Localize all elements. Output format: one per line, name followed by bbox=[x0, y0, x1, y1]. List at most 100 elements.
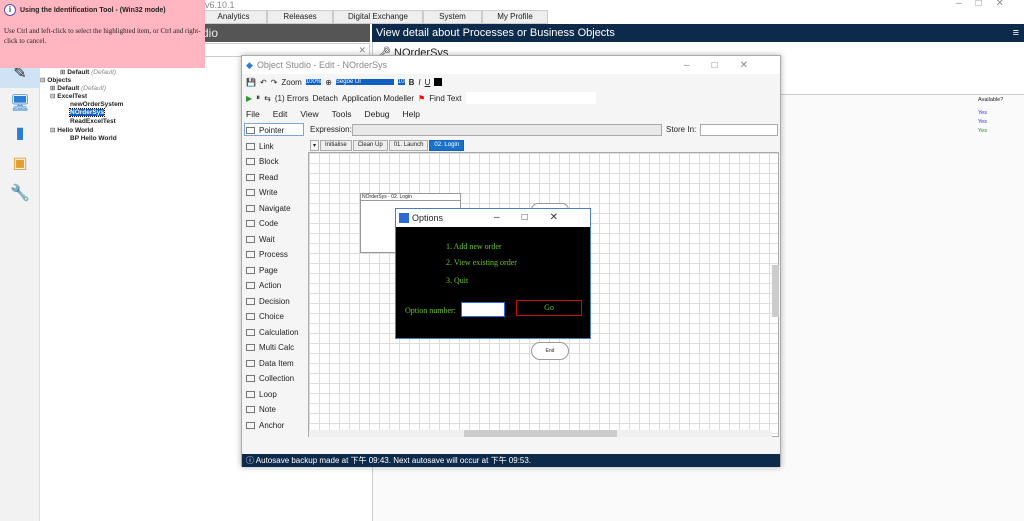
flag-icon[interactable]: ⚑ bbox=[418, 94, 425, 103]
zoom-label: Zoom bbox=[281, 77, 302, 87]
calculation-icon bbox=[246, 328, 255, 336]
palette-item-wait[interactable]: Wait bbox=[246, 235, 275, 244]
palette-item-action[interactable]: Action bbox=[246, 281, 281, 290]
palette-item-label: Data Item bbox=[259, 358, 294, 368]
tree-item[interactable]: ⊞ Default (Default) bbox=[50, 84, 106, 92]
write-icon bbox=[246, 189, 255, 197]
menu-view[interactable]: View bbox=[300, 109, 318, 119]
italic-button[interactable]: I bbox=[418, 78, 420, 87]
vertical-scrollbar[interactable] bbox=[772, 265, 779, 317]
page-tab-clean-up[interactable]: Clean Up bbox=[352, 140, 388, 151]
palette-item-block[interactable]: Block bbox=[246, 157, 279, 166]
palette-item-label: Block bbox=[259, 157, 279, 166]
tree-item-selected[interactable]: NOrderSys bbox=[69, 108, 105, 117]
left-panel-header: dio bbox=[200, 24, 370, 42]
app-modeller-button[interactable]: Application Modeller bbox=[342, 94, 414, 103]
palette-item-label: Navigate bbox=[259, 203, 291, 213]
tab-analytics[interactable]: Analytics bbox=[200, 10, 267, 24]
palette-item-note[interactable]: Note bbox=[246, 405, 276, 414]
errors-button[interactable]: (1) Errors bbox=[275, 94, 309, 103]
version-label: v6.10.1 bbox=[205, 0, 235, 10]
tree-item[interactable]: ⊞ Default (Default) bbox=[60, 68, 116, 76]
bold-button[interactable]: B bbox=[409, 78, 415, 87]
tab-digital-exchange[interactable]: Digital Exchange bbox=[333, 10, 423, 24]
menu-help[interactable]: Help bbox=[403, 109, 420, 119]
expression-input[interactable] bbox=[352, 124, 662, 136]
palette-item-code[interactable]: Code bbox=[246, 219, 278, 228]
left-nav-sidebar: ✎ 🖥 ▮ ▣ 🔧 bbox=[0, 0, 40, 521]
window-controls[interactable]: –□✕ bbox=[684, 60, 770, 71]
palette-item-label: Process bbox=[259, 250, 288, 259]
pause-icon[interactable]: ⏸ bbox=[256, 93, 260, 103]
page-tab-initialise[interactable]: Initialise bbox=[320, 140, 352, 151]
palette-item-loop[interactable]: Loop bbox=[246, 390, 277, 399]
tree-item[interactable]: BP Hello World bbox=[70, 135, 117, 142]
underline-button[interactable]: U bbox=[425, 78, 431, 87]
menu-icon[interactable]: ≡ bbox=[1013, 24, 1019, 42]
tree-item[interactable]: ReadExcelTest bbox=[70, 118, 116, 125]
menu-edit[interactable]: Edit bbox=[273, 109, 288, 119]
page-tab-login[interactable]: 02. Login bbox=[429, 140, 465, 151]
window-controls[interactable]: –□✕ bbox=[494, 209, 580, 227]
redo-icon[interactable]: ↷ bbox=[271, 78, 278, 87]
save-icon[interactable]: 💾 bbox=[246, 78, 256, 87]
page-tab-launch[interactable]: 01. Launch bbox=[388, 140, 429, 151]
menu-tools[interactable]: Tools bbox=[332, 109, 352, 119]
end-stage[interactable]: End bbox=[531, 342, 569, 360]
store-in-input[interactable] bbox=[700, 124, 778, 136]
palette-item-write[interactable]: Write bbox=[246, 188, 278, 197]
palette-item-pointer[interactable]: Pointer bbox=[246, 126, 284, 135]
detach-button[interactable]: Detach bbox=[313, 94, 338, 103]
step-icon[interactable]: ⇆ bbox=[264, 94, 271, 103]
palette-item-link[interactable]: Link bbox=[246, 142, 274, 151]
go-button[interactable]: Go bbox=[516, 300, 582, 316]
right-panel-header: View detail about Processes or Business … bbox=[372, 24, 1024, 42]
palette-item-calculation[interactable]: Calculation bbox=[246, 328, 299, 337]
tree-item[interactable]: ⊟ Objects bbox=[40, 76, 71, 84]
palette-item-read[interactable]: Read bbox=[246, 173, 278, 182]
palette-item-label: Multi Calc bbox=[259, 343, 295, 352]
tooltip-body: Use Ctrl and left-click to select the hi… bbox=[4, 27, 201, 45]
tools-icon[interactable]: 🔧 bbox=[0, 178, 40, 208]
option-number-input[interactable] bbox=[461, 302, 505, 317]
tab-releases[interactable]: Releases bbox=[267, 10, 333, 24]
monitor-icon[interactable]: 🖥 bbox=[0, 88, 40, 118]
tree-item[interactable]: ⊟ ExcelTest bbox=[50, 92, 87, 100]
package-icon[interactable]: ▣ bbox=[0, 148, 40, 178]
palette-item-label: Wait bbox=[259, 234, 275, 244]
run-icon[interactable]: ▶ bbox=[246, 94, 252, 103]
page-icon bbox=[246, 266, 255, 274]
tree-item[interactable]: newOrderSystem bbox=[70, 101, 123, 108]
tree-item[interactable]: ⊟ Hello World bbox=[50, 126, 93, 134]
palette-item-decision[interactable]: Decision bbox=[246, 297, 290, 306]
status-bar: ⓘ Autosave backup made at 下午 09:43. Next… bbox=[242, 454, 780, 467]
window-controls[interactable]: –□✕ bbox=[956, 0, 1018, 9]
page-tabs: ▾ Initialise Clean Up 01. Launch 02. Log… bbox=[310, 140, 465, 151]
zoom-in-icon[interactable]: ⊕ bbox=[325, 78, 332, 87]
palette-item-label: Note bbox=[259, 405, 276, 414]
font-select[interactable]: Segoe UI bbox=[335, 79, 394, 85]
menu-debug[interactable]: Debug bbox=[364, 109, 389, 119]
font-size-select[interactable]: 10 bbox=[397, 79, 405, 85]
palette-item-anchor[interactable]: Anchor bbox=[246, 421, 284, 430]
analytics-icon[interactable]: ▮ bbox=[0, 118, 40, 148]
palette-item-multi-calc[interactable]: Multi Calc bbox=[246, 343, 294, 352]
palette-item-process[interactable]: Process bbox=[246, 250, 288, 259]
undo-icon[interactable]: ↶ bbox=[260, 78, 267, 87]
nav-tabs: Analytics Releases Digital Exchange Syst… bbox=[200, 10, 548, 24]
zoom-select[interactable]: 100% bbox=[305, 79, 322, 85]
palette-item-collection[interactable]: Collection bbox=[246, 374, 294, 383]
palette-item-navigate[interactable]: Navigate bbox=[246, 204, 291, 213]
tab-system[interactable]: System bbox=[423, 10, 482, 24]
palette-item-choice[interactable]: Choice bbox=[246, 312, 284, 321]
menu-file[interactable]: File bbox=[246, 109, 260, 119]
tab-my-profile[interactable]: My Profile bbox=[482, 10, 548, 24]
horizontal-scrollbar[interactable] bbox=[309, 430, 772, 437]
find-text-input[interactable] bbox=[465, 92, 596, 104]
palette-item-label: Pointer bbox=[259, 126, 285, 135]
palette-item-page[interactable]: Page bbox=[246, 266, 278, 275]
palette-item-label: Code bbox=[259, 219, 279, 228]
options-dialog: Options –□✕ 1. Add new order 2. View exi… bbox=[395, 208, 591, 339]
color-picker[interactable] bbox=[434, 78, 443, 86]
palette-item-data-item[interactable]: Data Item bbox=[246, 359, 294, 368]
